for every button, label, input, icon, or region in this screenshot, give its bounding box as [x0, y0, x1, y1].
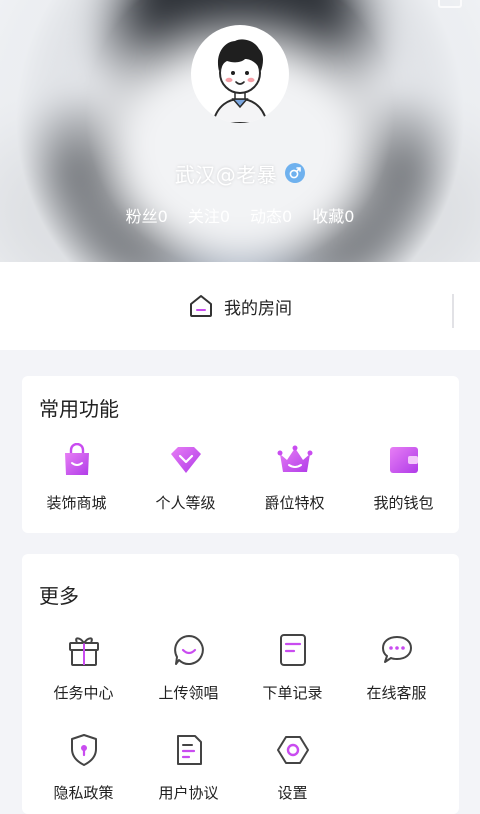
more-card: 更多 任务中心 上传领唱 下单记录 在线客服 隐私政策 用户协议 设置 — [22, 554, 459, 814]
avatar[interactable] — [191, 25, 289, 123]
task-center-label: 任务中心 — [53, 684, 114, 702]
settings-icon — [275, 732, 311, 768]
online-service-item[interactable]: 在线客服 — [342, 632, 451, 703]
my-wallet-item[interactable]: 我的钱包 — [349, 442, 458, 513]
personal-level-item[interactable]: 个人等级 — [131, 442, 240, 513]
profile-header: 武汉@老暴 粉丝0 关注0 动态0 收藏0 — [0, 0, 480, 262]
shopping-bag-icon — [59, 442, 95, 478]
chat-bubble-icon — [379, 632, 415, 668]
title-privilege-item[interactable]: 爵位特权 — [240, 442, 349, 513]
decoration-shop-label: 装饰商城 — [46, 494, 107, 512]
decoration-shop-item[interactable]: 装饰商城 — [22, 442, 131, 513]
order-record-item[interactable]: 下单记录 — [238, 632, 347, 703]
room-divider — [452, 294, 454, 328]
common-functions-card: 常用功能 装饰商城 个人等级 爵位特权 我的钱包 — [22, 376, 459, 533]
male-icon — [285, 163, 306, 183]
stat-following[interactable]: 关注0 — [188, 203, 230, 227]
username: 武汉@老暴 — [174, 162, 278, 187]
profile-stats: 粉丝0 关注0 动态0 收藏0 — [0, 203, 480, 227]
stat-favorites[interactable]: 收藏0 — [312, 203, 354, 227]
upload-lead-item[interactable]: 上传领唱 — [134, 632, 243, 703]
title-privilege-label: 爵位特权 — [264, 494, 325, 512]
stat-posts[interactable]: 动态0 — [250, 203, 292, 227]
user-agreement-item[interactable]: 用户协议 — [134, 732, 243, 803]
my-room-bar: 我的房间 — [0, 262, 480, 350]
corner-mark — [438, 0, 462, 8]
crown-icon — [277, 442, 313, 478]
diamond-icon — [168, 442, 204, 478]
more-title: 更多 — [39, 584, 79, 608]
settings-item[interactable]: 设置 — [238, 732, 347, 803]
shield-icon — [66, 732, 102, 768]
privacy-policy-item[interactable]: 隐私政策 — [29, 732, 138, 803]
my-room-label: 我的房间 — [224, 298, 292, 319]
agreement-icon — [171, 732, 207, 768]
smile-chat-icon — [171, 632, 207, 668]
wallet-icon — [386, 442, 422, 478]
personal-level-label: 个人等级 — [155, 494, 216, 512]
avatar-illustration — [211, 39, 269, 123]
username-row: 武汉@老暴 — [0, 158, 480, 188]
online-service-label: 在线客服 — [366, 684, 427, 702]
task-center-item[interactable]: 任务中心 — [29, 632, 138, 703]
my-wallet-label: 我的钱包 — [373, 494, 434, 512]
stat-fans[interactable]: 粉丝0 — [126, 203, 168, 227]
gift-icon — [66, 632, 102, 668]
order-record-label: 下单记录 — [262, 684, 323, 702]
my-room-button[interactable]: 我的房间 — [188, 293, 292, 319]
common-functions-title: 常用功能 — [39, 397, 119, 421]
document-icon — [275, 632, 311, 668]
upload-lead-label: 上传领唱 — [158, 684, 219, 702]
home-icon — [190, 295, 212, 317]
